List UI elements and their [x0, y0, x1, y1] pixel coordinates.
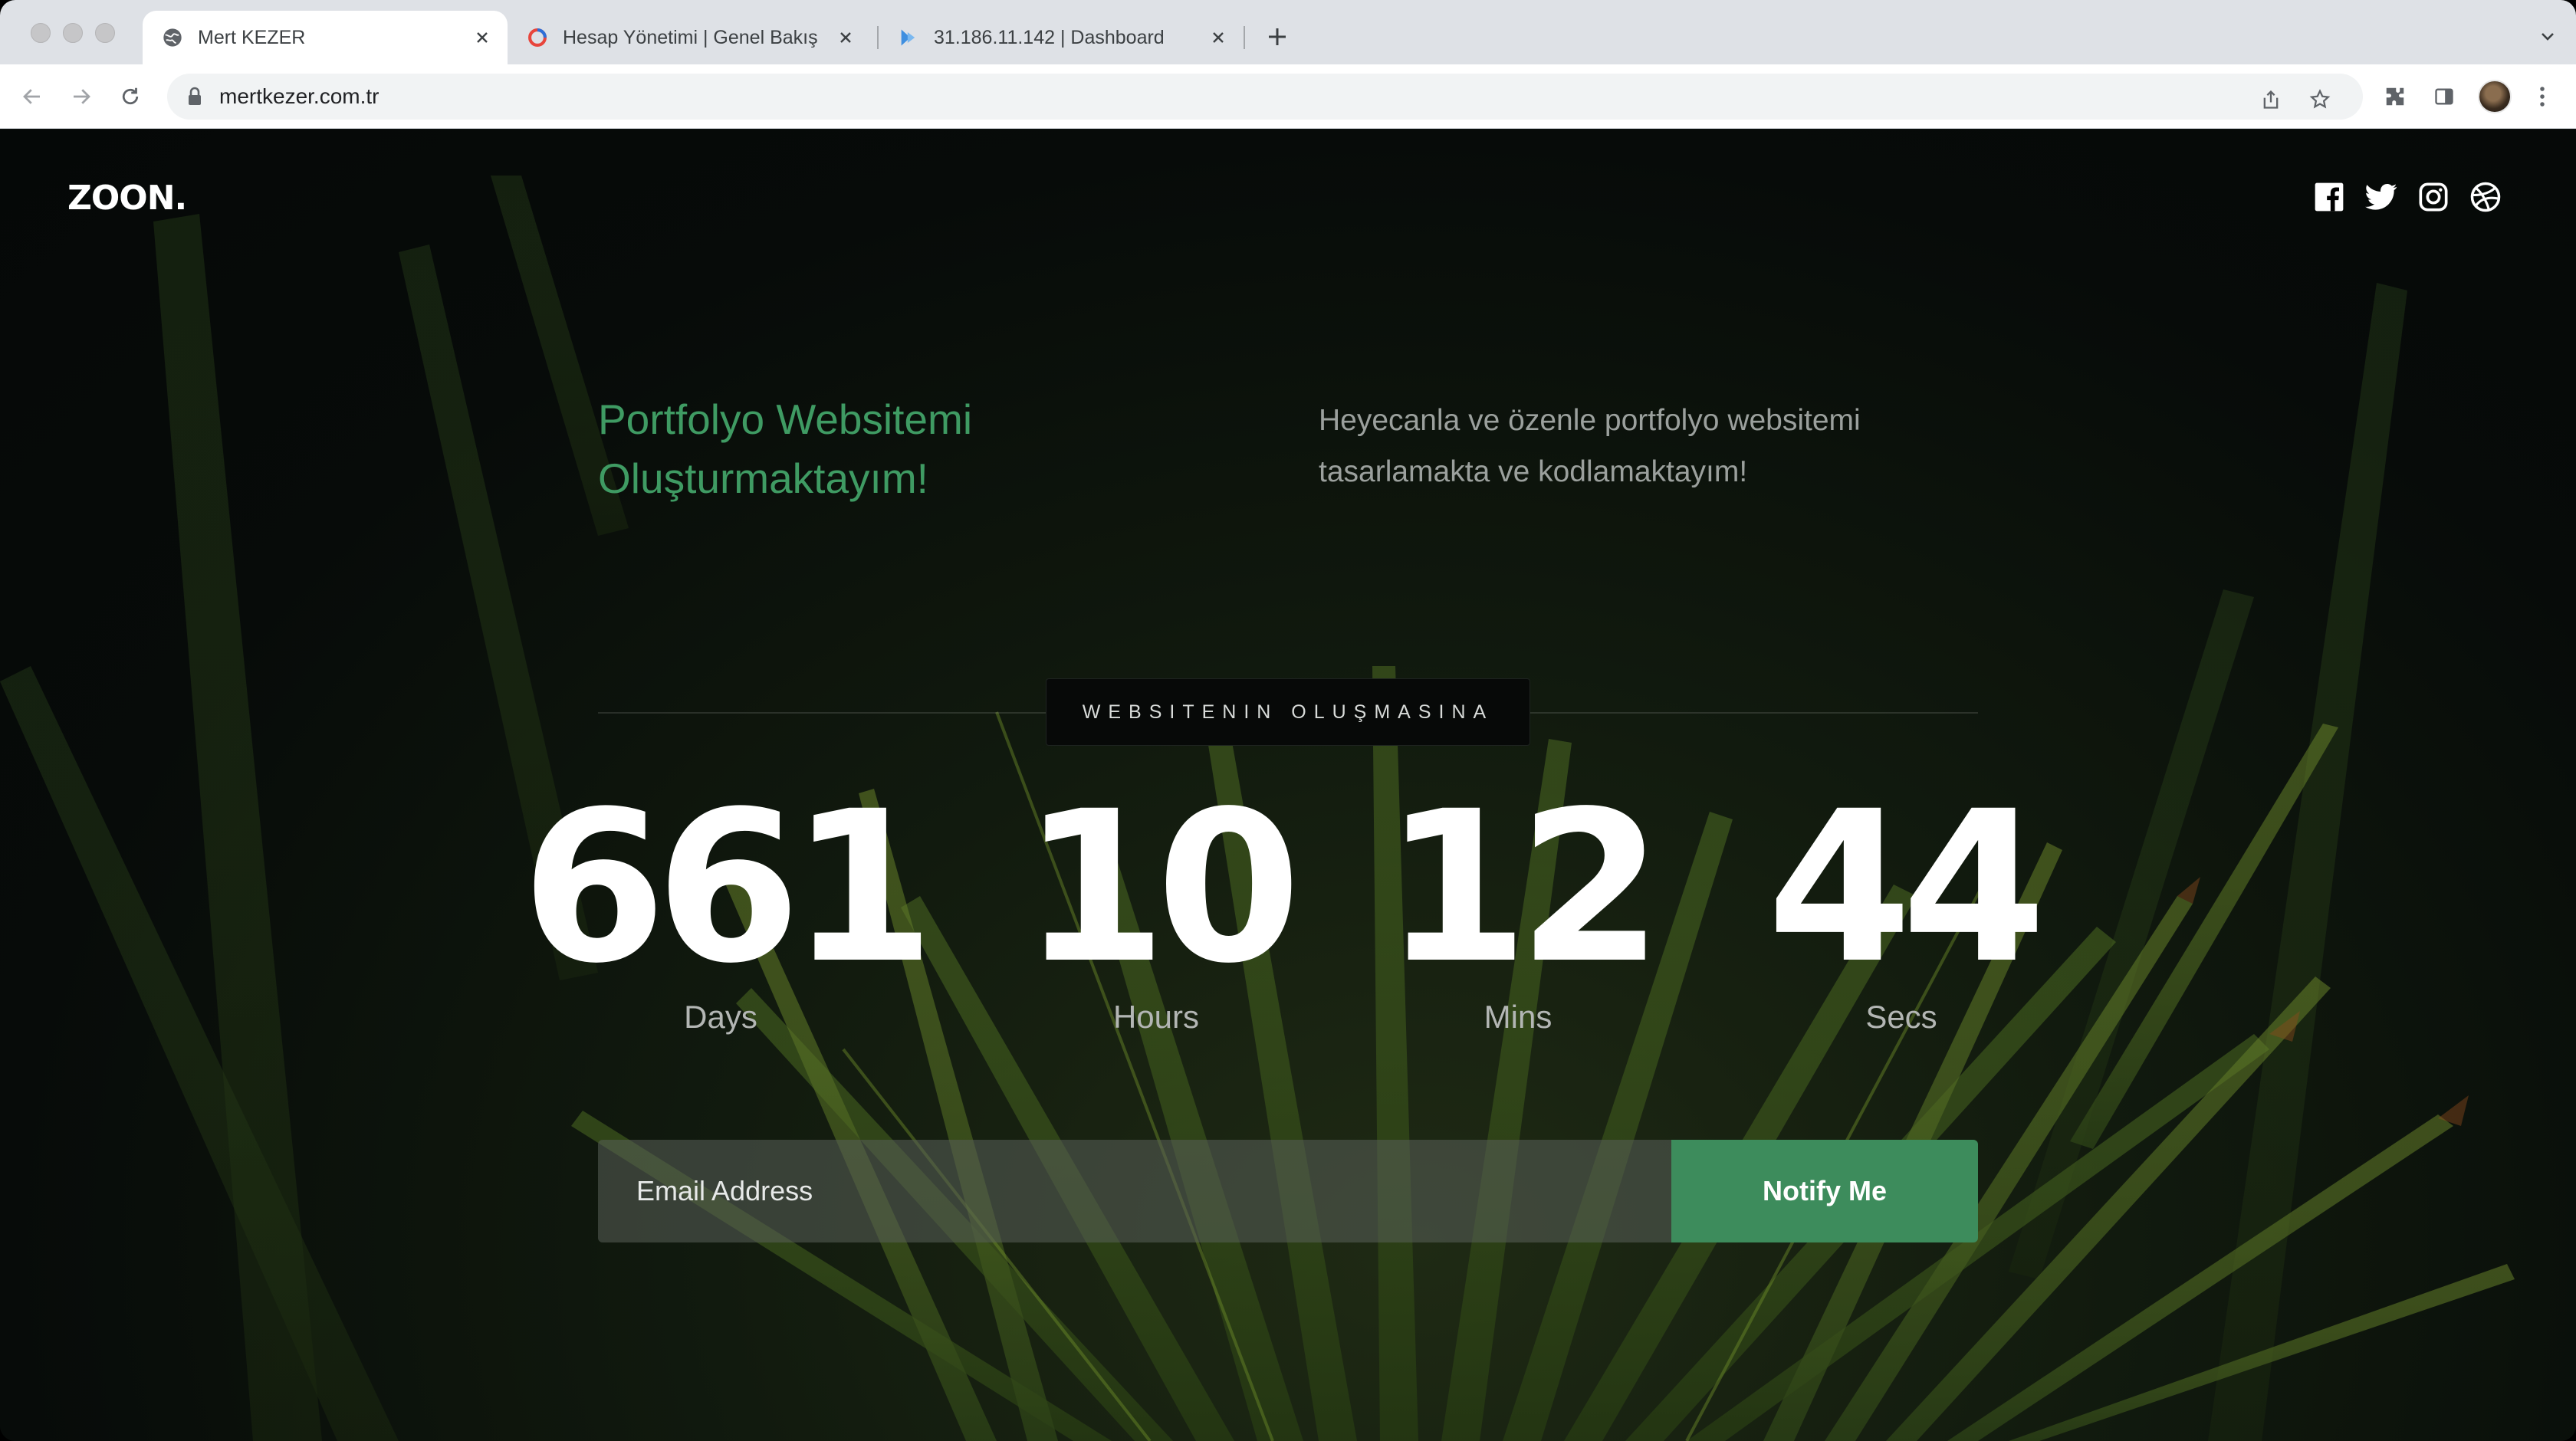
site-logo[interactable]: ZOON. — [67, 179, 187, 218]
countdown-hours-value: 10 — [1021, 767, 1302, 1009]
page-headline: Portfolyo Websitemi Oluşturmaktayım! — [598, 396, 973, 502]
address-bar[interactable]: mertkezer.com.tr — [167, 74, 2363, 120]
browser-window: Mert KEZER Hesap Yönetimi | Genel Bakış … — [0, 0, 2576, 1441]
tab-mert-kezer[interactable]: Mert KEZER — [143, 11, 508, 64]
close-tab-icon[interactable] — [471, 26, 494, 49]
back-icon[interactable] — [17, 81, 48, 112]
countdown-days-value: 661 — [521, 767, 935, 1009]
profile-avatar[interactable] — [2478, 80, 2512, 113]
minimize-window-button[interactable] — [63, 23, 83, 43]
window-controls — [31, 23, 115, 43]
countdown-secs-label: Secs — [1865, 999, 1937, 1035]
page-subtext: Heyecanla ve özenle portfolyo websitemi … — [1319, 404, 1861, 488]
side-panel-icon[interactable] — [2429, 81, 2459, 112]
coming-soon-page: ZOON. Portfolyo Websitemi Oluşturmaktayı… — [0, 130, 2576, 1441]
bookmark-star-icon[interactable] — [2305, 84, 2335, 115]
close-tab-icon[interactable] — [834, 26, 857, 49]
email-input[interactable] — [598, 1140, 1671, 1242]
tab-hesap-yonetimi[interactable]: Hesap Yönetimi | Genel Bakış — [508, 11, 871, 64]
social-links — [2312, 180, 2502, 214]
tab-strip: Mert KEZER Hesap Yönetimi | Genel Bakış … — [0, 0, 2576, 64]
notify-me-button[interactable]: Notify Me — [1671, 1140, 1978, 1242]
countdown-mins-label: Mins — [1484, 999, 1552, 1035]
maximize-window-button[interactable] — [95, 23, 115, 43]
countdown-hours-label: Hours — [1112, 999, 1200, 1035]
url-text: mertkezer.com.tr — [219, 84, 380, 108]
close-tab-icon[interactable] — [1207, 26, 1230, 49]
share-icon[interactable] — [2256, 84, 2286, 115]
tab-title: Hesap Yönetimi | Genel Bakış — [563, 26, 818, 48]
browser-toolbar: mertkezer.com.tr — [0, 64, 2576, 129]
countdown-mins-value: 12 — [1383, 767, 1664, 1009]
globe-icon — [161, 26, 184, 49]
lock-icon[interactable] — [186, 85, 204, 108]
reload-icon[interactable] — [115, 81, 146, 112]
tab-dashboard[interactable]: 31.186.11.142 | Dashboard — [879, 11, 1244, 64]
chevron-logo-icon — [897, 26, 920, 49]
extensions-icon[interactable] — [2380, 81, 2410, 112]
forward-icon[interactable] — [66, 81, 97, 112]
chevron-down-icon[interactable] — [2536, 25, 2559, 48]
more-menu-icon[interactable] — [2527, 81, 2558, 112]
countdown-secs-value: 44 — [1766, 767, 2047, 1009]
instagram-icon[interactable] — [2417, 180, 2450, 214]
dribbble-icon[interactable] — [2469, 180, 2502, 214]
close-window-button[interactable] — [31, 23, 51, 43]
ring-logo-icon — [526, 26, 549, 49]
tab-title: Mert KEZER — [198, 26, 306, 48]
tab-separator — [1244, 26, 1245, 49]
facebook-icon[interactable] — [2312, 180, 2346, 214]
tab-title: 31.186.11.142 | Dashboard — [934, 26, 1165, 48]
countdown-days-label: Days — [684, 999, 757, 1035]
twitter-icon[interactable] — [2364, 180, 2398, 214]
countdown-label: WEBSITENIN OLUŞMASINA — [1046, 678, 1530, 746]
new-tab-icon[interactable] — [1263, 23, 1291, 51]
